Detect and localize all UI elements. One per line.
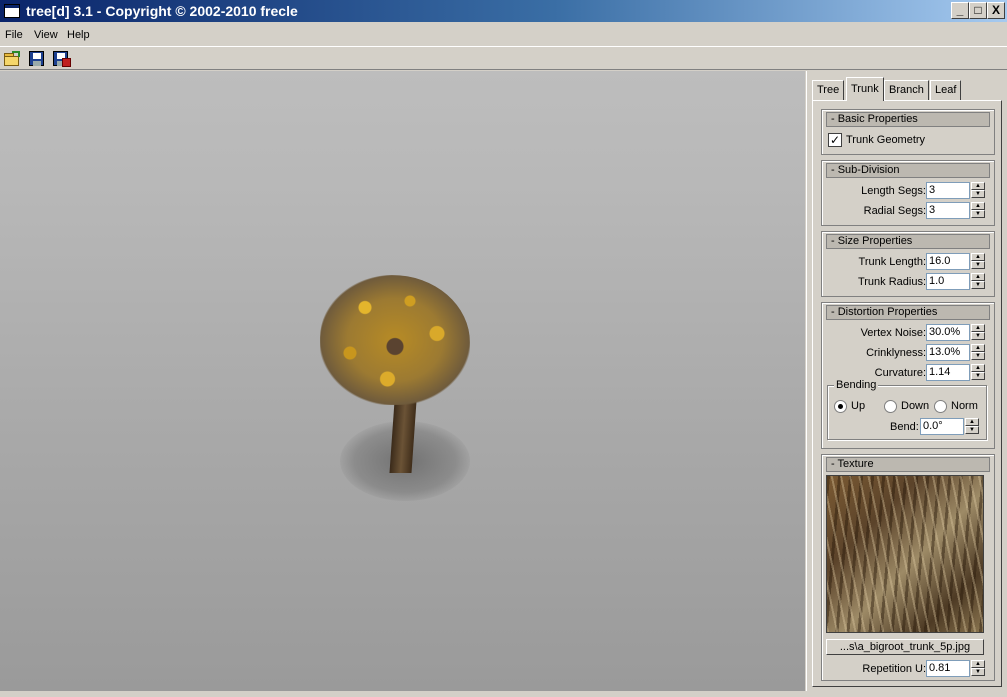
bending-label: Bending	[834, 379, 879, 391]
app-icon[interactable]	[4, 4, 20, 18]
crinklyness-label: Crinklyness:	[866, 347, 926, 359]
tab-branch[interactable]: Branch	[884, 80, 929, 100]
menu-help[interactable]: Help	[67, 29, 90, 41]
close-button[interactable]: X	[987, 2, 1005, 19]
tree-model	[300, 271, 500, 511]
curvature-label: Curvature:	[874, 367, 926, 379]
texture-rollout: - Texture ...s\a_bigroot_trunk_5p.jpg Re…	[821, 454, 995, 681]
bend-down-label: Down	[901, 400, 930, 412]
vertex-noise-input[interactable]: 30.0%	[926, 324, 970, 341]
trunk-geometry-label: Trunk Geometry	[846, 134, 926, 146]
crinklyness-input[interactable]: 13.0%	[926, 344, 970, 361]
trunk-radius-spinner[interactable]: ▲ ▼	[971, 273, 985, 290]
tab-trunk[interactable]: Trunk	[846, 77, 884, 101]
bend-label: Bend:	[890, 421, 919, 433]
vertex-noise-row: Vertex Noise: 30.0% ▲ ▼	[822, 324, 992, 342]
trunk-length-label: Trunk Length:	[858, 256, 926, 268]
radial-segs-label: Radial Segs:	[863, 205, 926, 217]
repetition-u-row: Repetition U: 0.81 ▲ ▼	[822, 660, 992, 678]
radial-segs-input[interactable]: 3	[926, 202, 970, 219]
radial-segs-spinner[interactable]: ▲ ▼	[971, 202, 985, 219]
bend-up-radio[interactable]	[834, 400, 847, 413]
trunk-radius-row: Trunk Radius: 1.0 ▲ ▼	[822, 273, 992, 291]
bend-input[interactable]: 0.0°	[920, 418, 964, 435]
trunk-length-row: Trunk Length: 16.0 ▲ ▼	[822, 253, 992, 271]
bend-down-radio[interactable]	[884, 400, 897, 413]
trunk-length-spinner[interactable]: ▲ ▼	[971, 253, 985, 270]
curvature-spinner[interactable]: ▲ ▼	[971, 364, 985, 381]
repetition-u-input[interactable]: 0.81	[926, 660, 970, 677]
save-icon[interactable]	[29, 51, 44, 66]
tab-leaf[interactable]: Leaf	[930, 80, 962, 100]
basic-properties-rollout: - Basic Properties ✓ Trunk Geometry	[821, 109, 995, 155]
toolbar	[0, 46, 1007, 70]
repetition-u-label: Repetition U:	[862, 663, 926, 675]
bend-up-label: Up	[851, 400, 866, 412]
3d-viewport[interactable]	[0, 71, 805, 691]
trunk-radius-label: Trunk Radius:	[857, 276, 926, 288]
trunk-geometry-checkbox[interactable]: ✓	[828, 133, 842, 147]
sub-division-rollout: - Sub-Division Length Segs: 3 ▲ ▼ Radial …	[821, 160, 995, 226]
distortion-properties-header[interactable]: - Distortion Properties	[826, 305, 990, 320]
bend-norm-radio[interactable]	[934, 400, 947, 413]
texture-file-button[interactable]: ...s\a_bigroot_trunk_5p.jpg	[826, 639, 984, 655]
repetition-u-spinner[interactable]: ▲ ▼	[971, 660, 985, 677]
tab-tree[interactable]: Tree	[812, 80, 845, 100]
crinklyness-spinner[interactable]: ▲ ▼	[971, 344, 985, 361]
radial-segs-row: Radial Segs: 3 ▲ ▼	[822, 202, 992, 220]
length-segs-input[interactable]: 3	[926, 182, 970, 199]
trunk-radius-input[interactable]: 1.0	[926, 273, 970, 290]
curvature-input[interactable]: 1.14	[926, 364, 970, 381]
length-segs-spinner[interactable]: ▲ ▼	[971, 182, 985, 199]
menu-bar: File View Help	[0, 24, 1007, 45]
properties-panel: Tree Trunk Branch Leaf - Basic Propertie…	[806, 71, 1007, 691]
basic-properties-header[interactable]: - Basic Properties	[826, 112, 990, 127]
bending-group: Bending Up Down Norm Bend: 0.0° ▲ ▼	[827, 379, 987, 440]
texture-header[interactable]: - Texture	[826, 457, 990, 472]
trunk-length-input[interactable]: 16.0	[926, 253, 970, 270]
menu-view[interactable]: View	[34, 29, 58, 41]
open-file-icon[interactable]	[3, 51, 21, 67]
bend-spinner[interactable]: ▲ ▼	[965, 418, 979, 435]
length-segs-label: Length Segs:	[861, 185, 926, 197]
bend-norm-label: Norm	[951, 400, 978, 412]
title-bar: tree[d] 3.1 - Copyright © 2002-2010 frec…	[0, 0, 1007, 22]
minimize-button[interactable]: _	[951, 2, 969, 19]
save-as-icon[interactable]	[53, 51, 71, 67]
length-segs-row: Length Segs: 3 ▲ ▼	[822, 182, 992, 200]
trunk-tab-content: - Basic Properties ✓ Trunk Geometry - Su…	[812, 100, 1002, 687]
bark-texture-preview[interactable]	[826, 475, 984, 633]
distortion-properties-rollout: - Distortion Properties Vertex Noise: 30…	[821, 302, 995, 449]
tree-canopy	[320, 275, 470, 405]
size-properties-rollout: - Size Properties Trunk Length: 16.0 ▲ ▼ …	[821, 231, 995, 297]
vertex-noise-spinner[interactable]: ▲ ▼	[971, 324, 985, 341]
maximize-button[interactable]: □	[969, 2, 987, 19]
tab-strip: Tree Trunk Branch Leaf	[812, 77, 1002, 101]
menu-file[interactable]: File	[5, 29, 23, 41]
size-properties-header[interactable]: - Size Properties	[826, 234, 990, 249]
window-title: tree[d] 3.1 - Copyright © 2002-2010 frec…	[26, 3, 298, 19]
vertex-noise-label: Vertex Noise:	[860, 327, 926, 339]
sub-division-header[interactable]: - Sub-Division	[826, 163, 990, 178]
crinklyness-row: Crinklyness: 13.0% ▲ ▼	[822, 344, 992, 362]
